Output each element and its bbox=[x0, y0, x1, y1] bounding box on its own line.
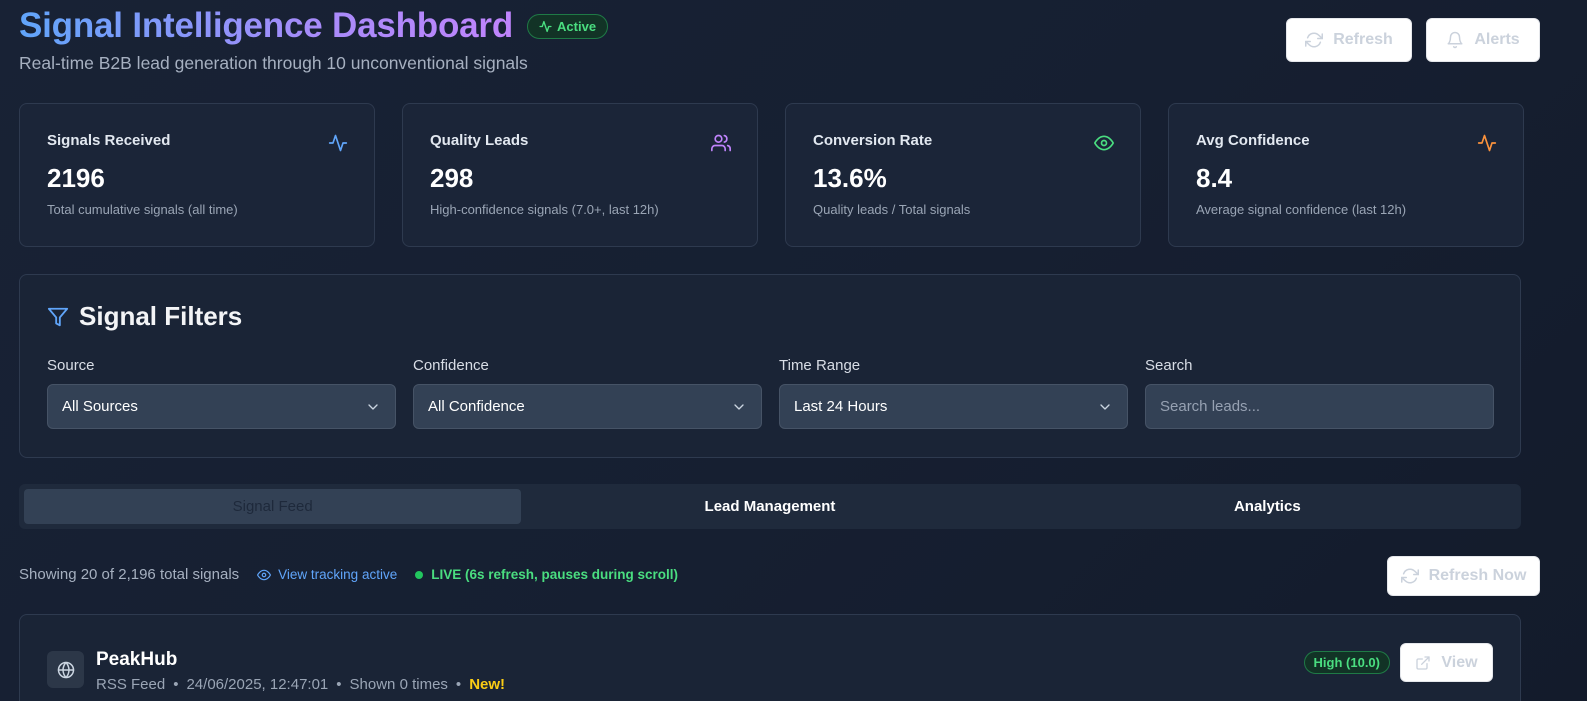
activity-icon bbox=[539, 20, 552, 32]
stat-label: Conversion Rate bbox=[813, 132, 933, 149]
activity-icon bbox=[1477, 134, 1497, 152]
stat-card-conversion-rate: Conversion Rate 13.6% Quality leads / To… bbox=[785, 103, 1141, 247]
page-header: Signal Intelligence Dashboard Active Rea… bbox=[19, 0, 1540, 100]
confidence-filter: Confidence All Confidence bbox=[413, 357, 762, 429]
time-range-label: Time Range bbox=[779, 357, 861, 374]
tab-signal-feed[interactable]: Signal Feed bbox=[24, 489, 522, 524]
time-range-select-value: Last 24 Hours bbox=[794, 398, 888, 415]
source-select[interactable]: All Sources bbox=[47, 384, 396, 429]
filter-icon bbox=[47, 307, 69, 326]
stat-value: 13.6% bbox=[813, 163, 887, 193]
stat-label: Quality Leads bbox=[430, 132, 529, 149]
signal-timestamp: 24/06/2025, 12:47:01 bbox=[186, 676, 329, 693]
stats-row: Signals Received 2196 Total cumulative s… bbox=[19, 103, 1540, 247]
stat-label: Signals Received bbox=[47, 132, 171, 149]
signal-meta: RSS Feed • 24/06/2025, 12:47:01 • Shown … bbox=[96, 676, 505, 693]
stat-description: Total cumulative signals (all time) bbox=[47, 202, 238, 217]
live-indicator: LIVE (6s refresh, pauses during scroll) bbox=[415, 567, 678, 582]
signal-card: PeakHub RSS Feed • 24/06/2025, 12:47:01 … bbox=[19, 614, 1521, 701]
refresh-button[interactable]: Refresh bbox=[1286, 18, 1412, 62]
signal-shown-count: Shown 0 times bbox=[349, 676, 448, 693]
chevron-down-icon bbox=[734, 403, 744, 410]
source-select-value: All Sources bbox=[62, 398, 138, 415]
stat-label: Avg Confidence bbox=[1196, 132, 1310, 149]
separator-dot: • bbox=[455, 676, 462, 693]
view-button-label: View bbox=[1441, 653, 1478, 671]
filters-heading: Signal Filters bbox=[47, 301, 242, 332]
title-row: Signal Intelligence Dashboard Active bbox=[19, 6, 609, 46]
bell-icon bbox=[1447, 31, 1463, 49]
signal-filters-panel: Signal Filters Source All Sources Confid… bbox=[19, 274, 1521, 458]
eye-icon bbox=[1094, 135, 1114, 151]
signal-company-name: PeakHub bbox=[96, 649, 178, 670]
dashboard-page: Signal Intelligence Dashboard Active Rea… bbox=[19, 0, 1540, 701]
source-label: Source bbox=[47, 357, 95, 374]
search-input[interactable] bbox=[1145, 384, 1494, 429]
refresh-now-button[interactable]: Refresh Now bbox=[1387, 556, 1540, 596]
stat-card-signals-received: Signals Received 2196 Total cumulative s… bbox=[19, 103, 375, 247]
stat-description: High-confidence signals (7.0+, last 12h) bbox=[430, 202, 659, 217]
alerts-button-label: Alerts bbox=[1474, 31, 1520, 48]
view-tracking-indicator: View tracking active bbox=[257, 567, 397, 582]
stat-description: Average signal confidence (last 12h) bbox=[1196, 202, 1407, 217]
new-badge: New! bbox=[469, 676, 506, 693]
stat-value: 2196 bbox=[47, 163, 105, 193]
page-title: Signal Intelligence Dashboard bbox=[19, 6, 514, 45]
feed-count: Showing 20 of 2,196 total signals bbox=[19, 566, 240, 583]
stat-value: 8.4 bbox=[1196, 163, 1233, 193]
page-subtitle: Real-time B2B lead generation through 10… bbox=[19, 53, 528, 73]
feed-status-row: Showing 20 of 2,196 total signals View t… bbox=[19, 566, 678, 583]
stat-card-quality-leads: Quality Leads 298 High-confidence signal… bbox=[402, 103, 758, 247]
confidence-label: Confidence bbox=[413, 357, 489, 374]
live-label: LIVE (6s refresh, pauses during scroll) bbox=[431, 567, 679, 582]
chevron-down-icon bbox=[1100, 403, 1110, 410]
search-filter: Search bbox=[1145, 357, 1494, 429]
stat-description: Quality leads / Total signals bbox=[813, 202, 971, 217]
users-icon bbox=[711, 134, 731, 152]
external-link-icon bbox=[1416, 655, 1431, 670]
separator-dot: • bbox=[336, 676, 342, 693]
confidence-badge: High (10.0) bbox=[1303, 651, 1390, 674]
source-filter: Source All Sources bbox=[47, 357, 396, 429]
view-tracking-label: View tracking active bbox=[278, 567, 398, 582]
activity-icon bbox=[328, 134, 348, 152]
time-range-filter: Time Range Last 24 Hours bbox=[779, 357, 1128, 429]
refresh-icon bbox=[1400, 568, 1419, 584]
live-dot-icon bbox=[415, 570, 424, 579]
time-range-select[interactable]: Last 24 Hours bbox=[779, 384, 1128, 429]
status-badge: Active bbox=[527, 13, 609, 39]
separator-dot: • bbox=[173, 676, 179, 693]
tab-analytics[interactable]: Analytics bbox=[1019, 489, 1516, 524]
signal-source: RSS Feed bbox=[96, 676, 166, 693]
refresh-now-label: Refresh Now bbox=[1428, 567, 1527, 584]
view-tabs: Signal Feed Lead Management Analytics bbox=[19, 484, 1521, 529]
search-label: Search bbox=[1145, 357, 1193, 374]
chevron-down-icon bbox=[368, 403, 378, 410]
stat-card-avg-confidence: Avg Confidence 8.4 Average signal confid… bbox=[1168, 103, 1524, 247]
refresh-icon bbox=[1305, 32, 1324, 48]
confidence-select-value: All Confidence bbox=[428, 398, 525, 415]
filters-title: Signal Filters bbox=[79, 301, 243, 331]
stat-value: 298 bbox=[430, 163, 474, 193]
globe-icon bbox=[47, 651, 84, 688]
view-button[interactable]: View bbox=[1400, 643, 1493, 682]
header-actions: Refresh Alerts bbox=[1286, 18, 1540, 62]
status-badge-label: Active bbox=[557, 18, 597, 34]
eye-icon bbox=[257, 569, 272, 580]
alerts-button[interactable]: Alerts bbox=[1426, 18, 1540, 62]
confidence-select[interactable]: All Confidence bbox=[413, 384, 762, 429]
tab-lead-management[interactable]: Lead Management bbox=[521, 489, 1018, 524]
refresh-button-label: Refresh bbox=[1333, 31, 1393, 48]
